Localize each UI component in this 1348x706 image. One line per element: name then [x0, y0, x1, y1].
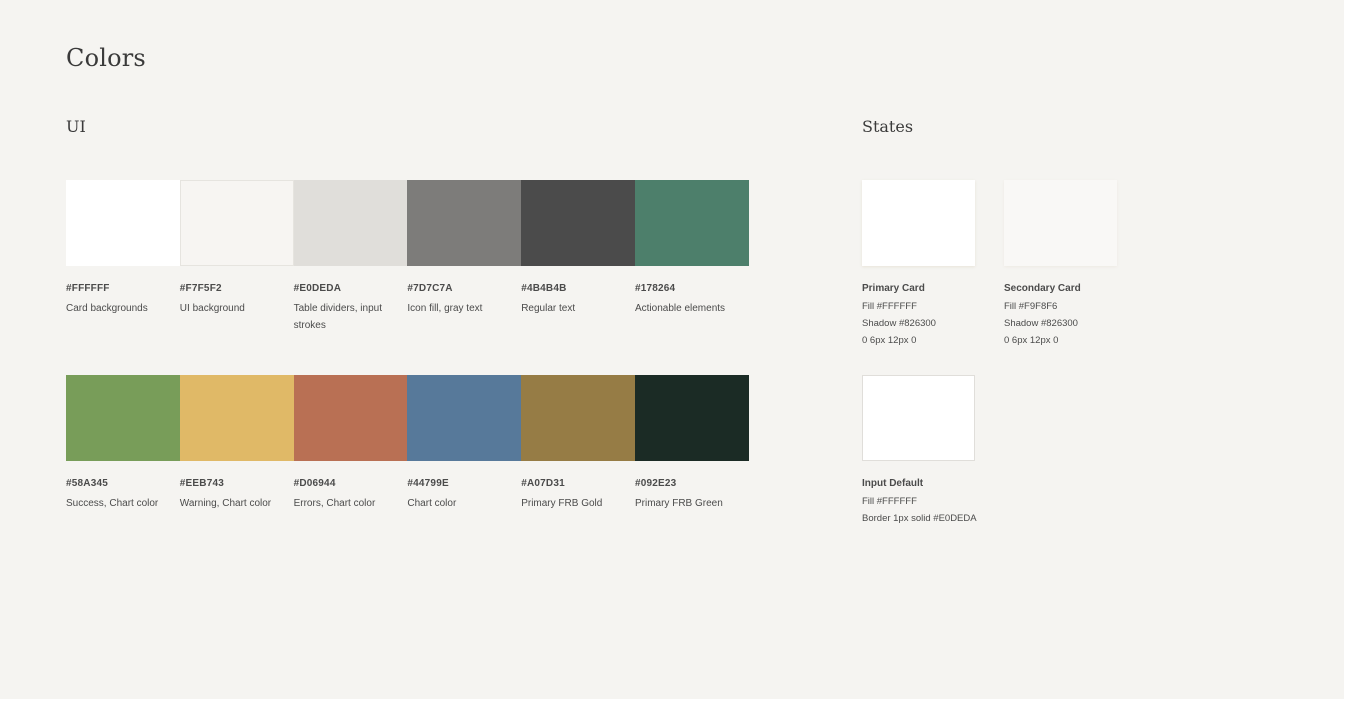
color-swatch	[293, 375, 408, 461]
color-swatch-item: #58A345 Success, Chart color	[66, 375, 180, 512]
color-hex-label: #092E23	[634, 478, 677, 489]
color-swatch	[521, 180, 635, 266]
color-swatch	[634, 375, 749, 461]
state-spec-line: Shadow #826300	[862, 318, 936, 329]
color-description: Actionable elements	[634, 303, 726, 314]
color-swatch	[407, 375, 522, 461]
color-hex-label: #7D7C7A	[407, 283, 453, 294]
color-description: Success, Chart color	[66, 498, 159, 509]
color-swatch	[179, 375, 294, 461]
color-swatch-item: #F7F5F2 UI background	[179, 180, 294, 334]
color-swatch	[66, 180, 180, 266]
ui-swatch-row-2: #58A345 Success, Chart color #EEB743 Warnin…	[66, 375, 749, 512]
state-spec-line: 0 6px 12px 0	[1004, 335, 1059, 346]
state-spec-line: Fill #F9F8F6	[1004, 301, 1058, 312]
ui-swatch-row-1: #FFFFFF Card backgrounds #F7F5F2 UI backgro…	[66, 180, 749, 334]
state-spec-line: Fill #FFFFFF	[862, 496, 917, 507]
color-hex-label: #D06944	[293, 478, 336, 489]
state-spec-line: Fill #FFFFFF	[862, 301, 917, 312]
color-hex-label: #EEB743	[179, 478, 225, 489]
state-preview-box	[862, 375, 975, 461]
state-spec-line: Border 1px solid #E0DEDA	[862, 513, 977, 524]
color-swatch	[293, 180, 408, 266]
color-description: Chart color	[407, 498, 457, 509]
color-swatch	[66, 375, 180, 461]
state-name: Input Default	[862, 478, 924, 489]
color-description: UI background	[179, 303, 245, 314]
color-description: Errors, Chart color	[293, 498, 376, 509]
page-canvas: Colors UI States #FFFFFF Card backgrounds…	[0, 0, 1344, 699]
color-swatch-item: #FFFFFF Card backgrounds	[66, 180, 180, 334]
color-hex-label: #178264	[634, 283, 676, 294]
color-hex-label: #44799E	[407, 478, 449, 489]
color-description: Card backgrounds	[66, 303, 148, 314]
color-swatch-item: #7D7C7A Icon fill, gray text	[407, 180, 522, 334]
color-swatch-item: #A07D31 Primary FRB Gold	[521, 375, 635, 512]
color-description: Table dividers, input strokes	[293, 303, 382, 331]
state-name: Secondary Card	[1004, 283, 1081, 294]
color-description: Regular text	[521, 303, 576, 314]
state-preview-box	[862, 180, 975, 266]
color-swatch	[634, 180, 749, 266]
color-swatch	[179, 180, 294, 266]
state-preview-box	[1004, 180, 1117, 266]
color-hex-label: #4B4B4B	[521, 283, 567, 294]
state-primary-card: Primary Card Fill #FFFFFF Shadow #826300 0 …	[862, 180, 975, 349]
ui-section-title: UI	[66, 117, 86, 136]
state-input-default: Input Default Fill #FFFFFF Border 1px soli…	[862, 375, 977, 527]
color-swatch-item: #EEB743 Warning, Chart color	[179, 375, 294, 512]
page-title: Colors	[66, 44, 146, 72]
state-spec-line: Shadow #826300	[1004, 318, 1078, 329]
color-swatch	[407, 180, 522, 266]
color-hex-label: #E0DEDA	[293, 283, 342, 294]
color-swatch-item: #178264 Actionable elements	[634, 180, 749, 334]
state-name: Primary Card	[862, 283, 925, 294]
color-swatch-item: #092E23 Primary FRB Green	[634, 375, 749, 512]
state-secondary-card: Secondary Card Fill #F9F8F6 Shadow #826300…	[1004, 180, 1117, 349]
color-description: Primary FRB Green	[634, 498, 723, 509]
color-swatch	[521, 375, 635, 461]
states-section-title: States	[862, 117, 914, 136]
color-description: Primary FRB Gold	[521, 498, 603, 509]
color-hex-label: #58A345	[66, 478, 108, 489]
color-swatch-item: #D06944 Errors, Chart color	[293, 375, 408, 512]
color-hex-label: #F7F5F2	[179, 283, 222, 294]
color-swatch-item: #44799E Chart color	[407, 375, 522, 512]
color-description: Warning, Chart color	[179, 498, 272, 509]
color-description: Icon fill, gray text	[407, 303, 483, 314]
color-swatch-item: #E0DEDA Table dividers, input strokes	[293, 180, 408, 334]
state-spec-line: 0 6px 12px 0	[862, 335, 917, 346]
color-hex-label: #FFFFFF	[66, 283, 110, 294]
color-swatch-item: #4B4B4B Regular text	[521, 180, 635, 334]
color-hex-label: #A07D31	[521, 478, 565, 489]
